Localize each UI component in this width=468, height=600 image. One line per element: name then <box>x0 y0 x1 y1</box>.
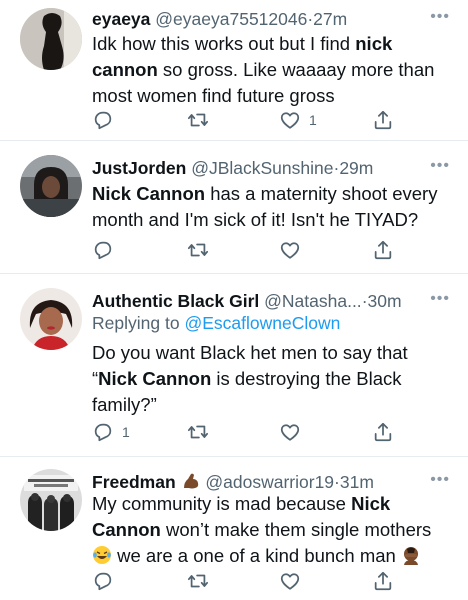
tweet[interactable]: JustJorden @JBlackSunshine·29m ••• Nick … <box>0 141 468 274</box>
user-handle[interactable]: @JBlackSunshine <box>191 158 333 178</box>
like-icon <box>280 112 300 129</box>
like-button[interactable] <box>279 238 301 262</box>
timestamp[interactable]: 29m <box>339 158 373 178</box>
retweet-icon <box>187 574 209 588</box>
tweet-text: Do you want Black het men to say that “N… <box>92 340 444 418</box>
avatar-image <box>20 469 82 531</box>
text-segment: My community is mad because <box>92 493 352 514</box>
tweet-header: eyaeya @eyaeya75512046·27m <box>92 8 428 30</box>
retweet-button[interactable] <box>187 108 209 132</box>
avatar-image <box>20 288 82 350</box>
user-handle[interactable]: @Natasha... <box>264 291 362 311</box>
share-button[interactable] <box>372 108 394 132</box>
display-name[interactable]: Authentic Black Girl <box>92 291 259 311</box>
reply-button[interactable] <box>92 238 114 262</box>
retweet-button[interactable] <box>187 569 209 593</box>
more-options-icon[interactable]: ••• <box>430 9 450 25</box>
like-button[interactable]: 1 <box>279 108 317 132</box>
tweet-header: Authentic Black Girl @Natasha...·30m <box>92 290 428 312</box>
more-options-icon[interactable]: ••• <box>430 158 450 174</box>
tweet-text: Nick Cannon has a maternity shoot every … <box>92 181 444 233</box>
text-segment: Idk how this works out but I find <box>92 33 356 54</box>
share-icon <box>374 110 392 130</box>
replying-to-label: Replying to <box>92 313 180 333</box>
share-button[interactable] <box>372 569 394 593</box>
reply-icon <box>94 572 112 591</box>
user-handle[interactable]: @eyaeya75512046 <box>155 9 307 29</box>
tweet[interactable]: eyaeya @eyaeya75512046·27m ••• Idk how t… <box>0 0 468 141</box>
retweet-icon <box>187 425 209 439</box>
text-segment: won’t make them single mothers <box>160 519 432 540</box>
share-icon <box>374 422 392 442</box>
reply-button[interactable] <box>92 108 114 132</box>
reply-icon <box>94 111 112 130</box>
like-button[interactable] <box>279 569 301 593</box>
tweet-text: My community is mad because Nick Cannon … <box>92 491 444 569</box>
retweet-icon <box>187 113 209 127</box>
tweet[interactable]: Authentic Black Girl @Natasha...·30m •••… <box>0 274 468 457</box>
more-options-icon[interactable]: ••• <box>430 291 450 307</box>
tweet-header: Freedman @adoswarrior19·31m <box>92 471 428 493</box>
share-button[interactable] <box>372 420 394 444</box>
replying-to: Replying to @EscaflowneClown <box>92 312 340 334</box>
tweet-actions: 1 <box>92 420 406 444</box>
avatar[interactable] <box>20 288 82 350</box>
tweet-header: JustJorden @JBlackSunshine·29m <box>92 157 428 179</box>
share-icon <box>374 240 392 260</box>
highlighted-term: Nick Cannon <box>98 368 212 389</box>
laughing-tears-emoji <box>93 546 111 564</box>
avatar[interactable] <box>20 8 82 70</box>
retweet-icon <box>187 243 209 257</box>
display-name[interactable]: JustJorden <box>92 158 186 178</box>
text-segment: we are a one of a kind bunch man <box>117 545 396 566</box>
reply-icon <box>94 241 112 260</box>
avatar-image <box>20 155 82 217</box>
reply-mention-link[interactable]: @EscaflowneClown <box>184 313 340 333</box>
like-icon <box>280 242 300 259</box>
tweet-actions <box>92 569 406 593</box>
reply-count: 1 <box>122 424 130 440</box>
like-count: 1 <box>309 112 317 128</box>
flexed-biceps-emoji <box>183 473 198 489</box>
facepalm-emoji <box>404 547 418 565</box>
user-handle[interactable]: @adoswarrior19 <box>205 472 334 492</box>
timestamp[interactable]: 31m <box>340 472 374 492</box>
timestamp[interactable]: 27m <box>313 9 347 29</box>
timestamp[interactable]: 30m <box>368 291 402 311</box>
tweet-actions: 1 <box>92 108 406 132</box>
like-icon <box>280 424 300 441</box>
more-options-icon[interactable]: ••• <box>430 472 450 488</box>
share-icon <box>374 571 392 591</box>
avatar[interactable] <box>20 155 82 217</box>
display-name[interactable]: Freedman <box>92 472 176 492</box>
like-button[interactable] <box>279 420 301 444</box>
reply-icon <box>94 423 112 442</box>
retweet-button[interactable] <box>187 238 209 262</box>
avatar[interactable] <box>20 469 82 531</box>
avatar-image <box>20 8 82 70</box>
tweet[interactable]: Freedman @adoswarrior19·31m ••• My commu… <box>0 457 468 600</box>
tweet-text: Idk how this works out but I find nick c… <box>92 31 444 109</box>
retweet-button[interactable] <box>187 420 209 444</box>
display-name[interactable]: eyaeya <box>92 9 150 29</box>
tweet-actions <box>92 238 406 262</box>
reply-button[interactable]: 1 <box>92 420 130 444</box>
share-button[interactable] <box>372 238 394 262</box>
like-icon <box>280 573 300 590</box>
tweet-feed: eyaeya @eyaeya75512046·27m ••• Idk how t… <box>0 0 468 600</box>
highlighted-term: Nick Cannon <box>92 183 206 204</box>
reply-button[interactable] <box>92 569 114 593</box>
